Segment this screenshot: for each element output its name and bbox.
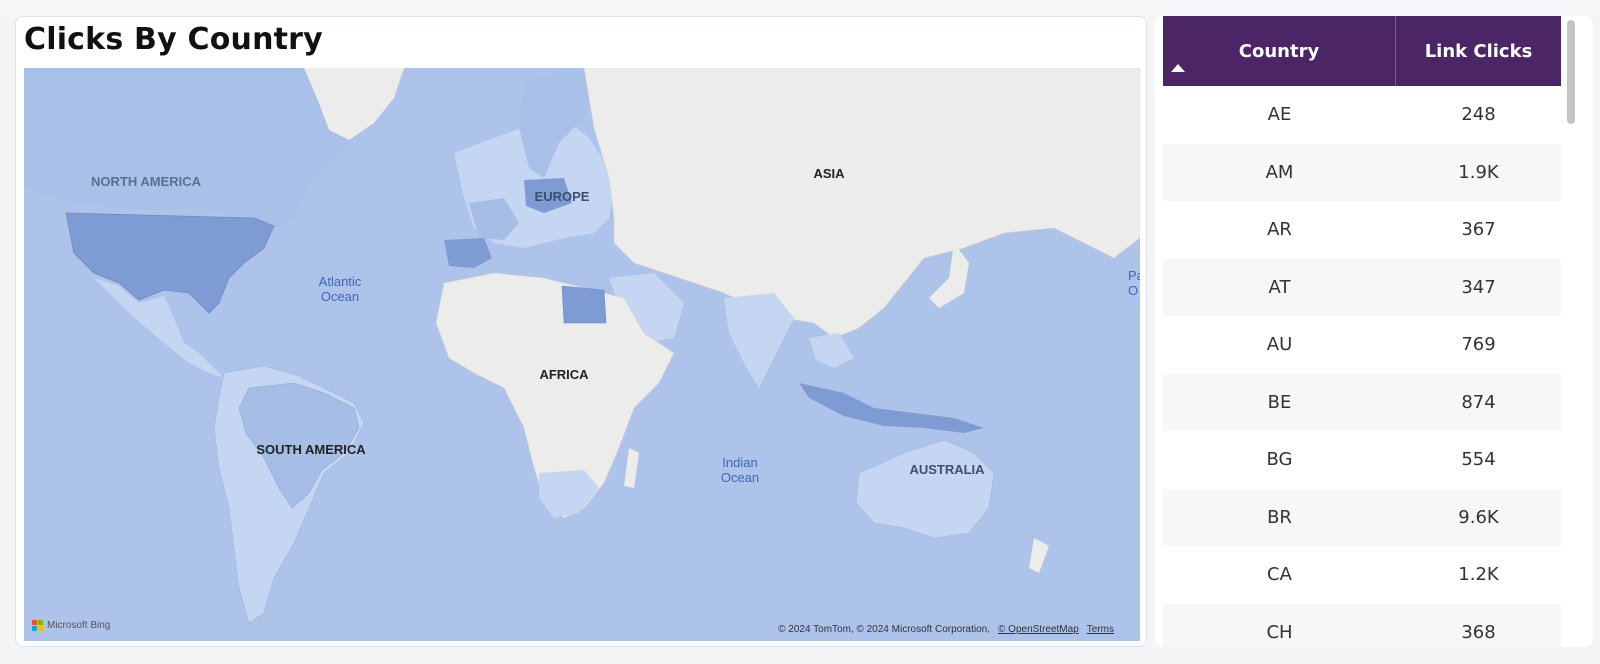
map-svg[interactable]: NORTH AMERICA EUROPE ASIA AFRICA SOUTH A… [24,68,1140,641]
region-egypt[interactable] [561,285,607,324]
cell-link-clicks: 248 [1461,104,1496,126]
top-strip [0,0,1600,14]
cell-country: AE [1267,104,1292,126]
cell-country: BR [1267,506,1292,528]
table-row[interactable]: BG 554 [1163,431,1561,489]
cell-link-clicks: 368 [1461,621,1496,643]
cell-link-clicks: 1.2K [1458,564,1499,586]
cell-country: BE [1267,391,1292,413]
table-row[interactable]: CA 1.2K [1163,546,1561,604]
table-row[interactable]: BR 9.6K [1163,488,1561,546]
sort-ascending-icon[interactable] [1171,64,1185,72]
cell-country: CH [1266,621,1293,643]
label-asia: ASIA [813,166,845,181]
cell-link-clicks: 1.9K [1458,161,1499,183]
cell-country: AM [1265,161,1294,183]
table-row[interactable]: CH 368 [1163,603,1561,647]
label-north-america: NORTH AMERICA [91,174,202,189]
label-atlantic-line1: Atlantic [319,274,362,289]
table-row[interactable]: AE 248 [1163,86,1561,144]
table-visual-card[interactable]: Country Link Clicks AE 248 AM 1.9K AR 367 A… [1155,16,1593,647]
label-australia: AUSTRALIA [909,462,985,477]
table-header: Country Link Clicks [1163,16,1561,86]
table-row[interactable]: AT 347 [1163,258,1561,316]
column-header-link-clicks[interactable]: Link Clicks [1396,16,1561,86]
label-atlantic-line2: Ocean [321,289,359,304]
cell-link-clicks: 769 [1461,334,1496,356]
cell-country: AU [1266,334,1293,356]
microsoft-logo-icon [32,620,43,631]
map-attribution: © 2024 TomTom, © 2024 Microsoft Corporat… [778,624,1114,635]
label-south-america: SOUTH AMERICA [256,442,366,457]
column-header-link-clicks-label: Link Clicks [1424,40,1533,62]
table-row[interactable]: AM 1.9K [1163,143,1561,201]
attribution-text: © 2024 TomTom, © 2024 Microsoft Corporat… [778,624,991,635]
world-map[interactable]: NORTH AMERICA EUROPE ASIA AFRICA SOUTH A… [24,68,1140,641]
cell-country: BG [1266,449,1293,471]
cell-country: CA [1267,564,1292,586]
column-header-country-label: Country [1238,40,1320,62]
bing-logo-text: Microsoft Bing [47,620,111,631]
label-pacific-line2: O [1128,283,1138,298]
map-title: Clicks By Country [24,22,323,57]
label-pacific-line1: Pa [1128,268,1140,283]
table-body: AE 248 AM 1.9K AR 367 AT 347 AU 769 BE 874 BG 5… [1163,86,1561,647]
cell-link-clicks: 367 [1461,219,1496,241]
label-africa: AFRICA [539,367,589,382]
bing-logo[interactable]: Microsoft Bing [32,620,110,631]
cell-link-clicks: 347 [1461,276,1496,298]
table-scrollbar[interactable] [1567,20,1575,124]
table-row[interactable]: BE 874 [1163,373,1561,431]
label-europe: EUROPE [535,189,590,204]
terms-link[interactable]: Terms [1087,624,1114,635]
cell-country: AR [1267,219,1292,241]
label-indian-line2: Ocean [721,470,759,485]
cell-link-clicks: 9.6K [1458,506,1499,528]
label-indian-line1: Indian [722,455,757,470]
table-row[interactable]: AU 769 [1163,316,1561,374]
openstreetmap-link[interactable]: © OpenStreetMap [998,624,1079,635]
cell-link-clicks: 874 [1461,391,1496,413]
table-row[interactable]: AR 367 [1163,201,1561,259]
column-header-country[interactable]: Country [1163,16,1396,86]
cell-country: AT [1268,276,1291,298]
cell-link-clicks: 554 [1461,449,1496,471]
